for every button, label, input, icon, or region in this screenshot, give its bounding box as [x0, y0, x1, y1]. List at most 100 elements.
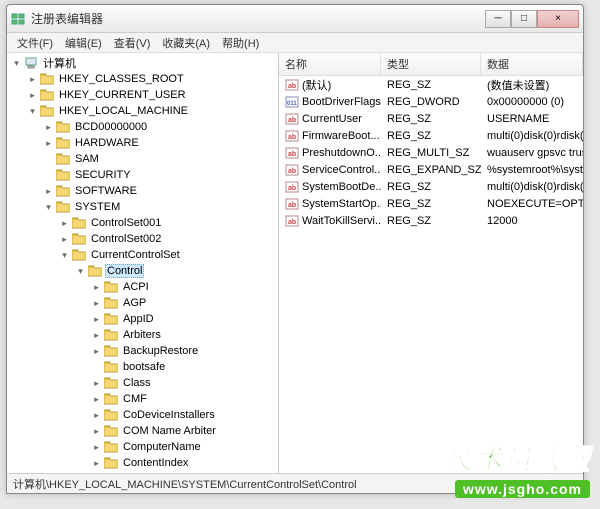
- col-header-name[interactable]: 名称: [279, 53, 381, 75]
- value-row[interactable]: ab(默认)REG_SZ(数值未设置): [279, 76, 583, 93]
- expand-toggle[interactable]: ▸: [43, 138, 54, 149]
- tree-label: HKEY_LOCAL_MACHINE: [57, 105, 190, 117]
- menu-view[interactable]: 查看(V): [108, 33, 157, 53]
- menu-favorites[interactable]: 收藏夹(A): [156, 33, 216, 53]
- contentindex-node[interactable]: ▸ContentIndex: [7, 455, 278, 471]
- folder-icon: [104, 393, 118, 405]
- menu-file[interactable]: 文件(F): [11, 33, 59, 53]
- expand-toggle[interactable]: ▾: [43, 202, 54, 213]
- value-row[interactable]: abCurrentUserREG_SZUSERNAME: [279, 110, 583, 127]
- value-type: REG_MULTI_SZ: [381, 147, 481, 159]
- window-title: 注册表编辑器: [31, 10, 485, 27]
- value-type: REG_SZ: [381, 113, 481, 125]
- value-name: ServiceControl...: [302, 164, 381, 176]
- expand-toggle[interactable]: [43, 154, 54, 165]
- folder-icon: [56, 169, 70, 181]
- agp-node[interactable]: ▸ AGP: [7, 295, 278, 311]
- expand-toggle[interactable]: ▸: [91, 330, 102, 341]
- expand-toggle[interactable]: ▸: [91, 282, 102, 293]
- value-name: SystemStartOp...: [302, 198, 381, 210]
- control-node[interactable]: ▾Control: [7, 263, 278, 279]
- expand-toggle[interactable]: ▸: [43, 122, 54, 133]
- security-node[interactable]: SECURITY: [7, 167, 278, 183]
- expand-toggle[interactable]: [43, 170, 54, 181]
- svg-text:ab: ab: [288, 83, 296, 90]
- titlebar[interactable]: 注册表编辑器 ─ □ ×: [7, 5, 583, 33]
- menubar: 文件(F) 编辑(E) 查看(V) 收藏夹(A) 帮助(H): [7, 33, 583, 53]
- string-value-icon: ab: [285, 129, 299, 143]
- expand-toggle[interactable]: ▸: [59, 218, 70, 229]
- regedit-window: 注册表编辑器 ─ □ × 文件(F) 编辑(E) 查看(V) 收藏夹(A) 帮助…: [6, 4, 584, 494]
- system-node[interactable]: ▾SYSTEM: [7, 199, 278, 215]
- expand-toggle[interactable]: ▸: [27, 74, 38, 85]
- arbiters-node[interactable]: ▸ Arbiters: [7, 327, 278, 343]
- close-button[interactable]: ×: [537, 10, 579, 28]
- expand-toggle[interactable]: ▸: [27, 90, 38, 101]
- expand-toggle[interactable]: ▸: [91, 442, 102, 453]
- tree-label: Arbiters: [121, 329, 163, 341]
- sam-node[interactable]: SAM: [7, 151, 278, 167]
- value-row[interactable]: abServiceControl...REG_EXPAND_SZ%systemr…: [279, 161, 583, 178]
- col-header-type[interactable]: 类型: [381, 53, 481, 75]
- class-node[interactable]: ▸Class: [7, 375, 278, 391]
- hkcr-node[interactable]: ▸HKEY_CLASSES_ROOT: [7, 71, 278, 87]
- value-row[interactable]: abSystemBootDe...REG_SZmulti(0)disk(0)rd…: [279, 178, 583, 195]
- value-type: REG_EXPAND_SZ: [381, 164, 481, 176]
- tree-label: ControlSet001: [89, 217, 163, 229]
- body: ▾计算机▸HKEY_CLASSES_ROOT▸HKEY_CURRENT_USER…: [7, 53, 583, 473]
- folder-icon: [104, 425, 118, 437]
- appid-node[interactable]: ▸AppID: [7, 311, 278, 327]
- tree-label: BackupRestore: [121, 345, 200, 357]
- bootsafe-node[interactable]: bootsafe: [7, 359, 278, 375]
- expand-toggle[interactable]: ▾: [11, 58, 22, 69]
- menu-edit[interactable]: 编辑(E): [59, 33, 108, 53]
- hardware-node[interactable]: ▸HARDWARE: [7, 135, 278, 151]
- tree-pane[interactable]: ▾计算机▸HKEY_CLASSES_ROOT▸HKEY_CURRENT_USER…: [7, 53, 279, 473]
- expand-toggle[interactable]: ▸: [43, 186, 54, 197]
- expand-toggle[interactable]: ▸: [91, 346, 102, 357]
- expand-toggle[interactable]: ▸: [91, 458, 102, 469]
- value-data: (数值未设置): [481, 77, 583, 93]
- controlset002-node[interactable]: ▸ ControlSet002: [7, 231, 278, 247]
- bcd-node[interactable]: ▸BCD00000000: [7, 119, 278, 135]
- value-row[interactable]: abWaitToKillServi...REG_SZ12000: [279, 212, 583, 229]
- value-row[interactable]: abPreshutdownO...REG_MULTI_SZwuauserv gp…: [279, 144, 583, 161]
- hklm-node[interactable]: ▾ HKEY_LOCAL_MACHINE: [7, 103, 278, 119]
- minimize-button[interactable]: ─: [485, 10, 511, 28]
- software-node[interactable]: ▸SOFTWARE: [7, 183, 278, 199]
- acpi-node[interactable]: ▸ACPI: [7, 279, 278, 295]
- backuprestore-node[interactable]: ▸ BackupRestore: [7, 343, 278, 359]
- expand-toggle[interactable]: ▾: [75, 266, 86, 277]
- expand-toggle[interactable]: ▸: [91, 314, 102, 325]
- tree-label: ControlSet002: [89, 233, 163, 245]
- expand-toggle[interactable]: ▸: [91, 426, 102, 437]
- computername-node[interactable]: ▸ComputerName: [7, 439, 278, 455]
- comnamearbiter-node[interactable]: ▸COM Name Arbiter: [7, 423, 278, 439]
- binary-value-icon: 011: [285, 95, 299, 109]
- statusbar: 计算机\HKEY_LOCAL_MACHINE\SYSTEM\CurrentCon…: [7, 473, 583, 493]
- expand-toggle[interactable]: ▾: [59, 250, 70, 261]
- tree-label: CurrentControlSet: [89, 249, 182, 261]
- expand-toggle[interactable]: [91, 362, 102, 373]
- value-row[interactable]: 011BootDriverFlagsREG_DWORD0x00000000 (0…: [279, 93, 583, 110]
- col-header-data[interactable]: 数据: [481, 53, 583, 75]
- value-row[interactable]: abFirmwareBoot...REG_SZmulti(0)disk(0)rd…: [279, 127, 583, 144]
- expand-toggle[interactable]: ▸: [59, 234, 70, 245]
- value-row[interactable]: abSystemStartOp...REG_SZ NOEXECUTE=OPTIN: [279, 195, 583, 212]
- expand-toggle[interactable]: ▸: [91, 298, 102, 309]
- expand-toggle[interactable]: ▾: [27, 106, 38, 117]
- codeviceinstallers-node[interactable]: ▸CoDeviceInstallers: [7, 407, 278, 423]
- tree-label: AGP: [121, 297, 148, 309]
- computer-node[interactable]: ▾计算机: [7, 55, 278, 71]
- expand-toggle[interactable]: ▸: [91, 410, 102, 421]
- cmf-node[interactable]: ▸CMF: [7, 391, 278, 407]
- menu-help[interactable]: 帮助(H): [216, 33, 265, 53]
- expand-toggle[interactable]: ▸: [91, 378, 102, 389]
- maximize-button[interactable]: □: [511, 10, 537, 28]
- hkcu-node[interactable]: ▸HKEY_CURRENT_USER: [7, 87, 278, 103]
- expand-toggle[interactable]: ▸: [91, 394, 102, 405]
- folder-icon: [72, 249, 86, 261]
- values-pane[interactable]: 名称 类型 数据 ab(默认)REG_SZ(数值未设置)011BootDrive…: [279, 53, 583, 473]
- controlset001-node[interactable]: ▸ ControlSet001: [7, 215, 278, 231]
- currentcontrolset-node[interactable]: ▾ CurrentControlSet: [7, 247, 278, 263]
